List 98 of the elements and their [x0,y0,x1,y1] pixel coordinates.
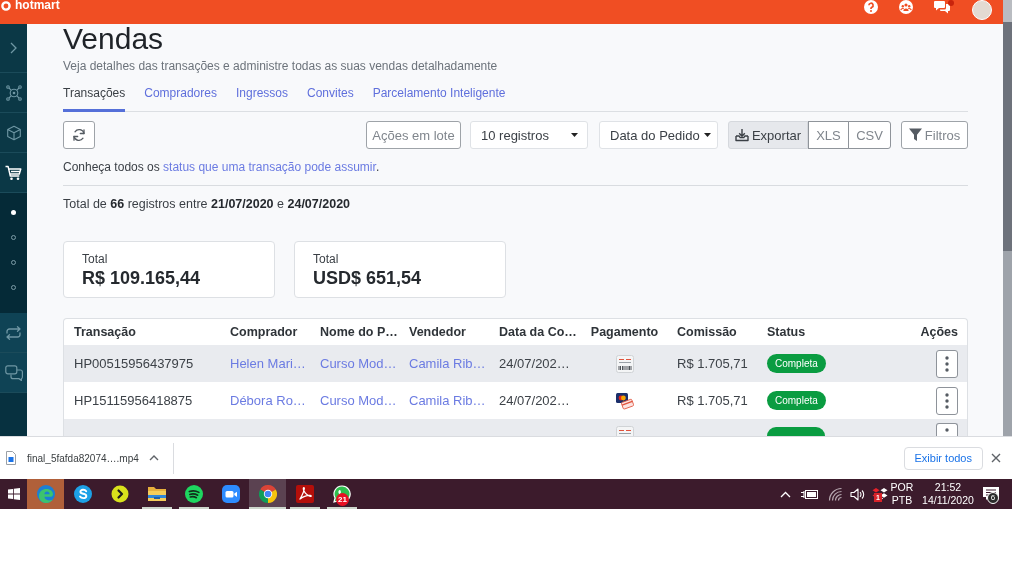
close-icon [991,453,1001,463]
caret-icon [703,133,711,137]
close-button[interactable] [990,452,1002,464]
language-button[interactable]: POR PTB [890,479,914,509]
caret-icon [571,133,578,137]
swoosh-tile-icon [295,485,314,503]
swap-arrows-icon [5,325,22,340]
filter-icon [908,128,922,142]
scrollbar-thumb[interactable] [1003,22,1012,251]
column-header: Ações [920,324,958,340]
tab[interactable]: Transações [63,80,126,112]
chevron-circle-icon [110,485,129,503]
column-header: Transação [74,324,136,340]
avatar[interactable] [972,0,992,20]
batch-actions-button[interactable]: Ações em lote [366,121,461,149]
tab[interactable]: Convites [307,80,354,112]
four-panes-icon [7,488,20,500]
card-label: Total [82,251,108,267]
cart-icon [5,164,22,181]
tab[interactable]: Compradores [144,80,217,112]
column-header: Pagamento [590,324,659,340]
scrollbar[interactable] [1003,0,1012,436]
refresh-icon [72,128,86,142]
folder-icon [146,485,167,503]
more-button[interactable] [936,386,958,415]
taskbar-button[interactable] [249,479,286,509]
file-icon [6,451,16,465]
product-link[interactable]: Curso Mod… [320,355,397,372]
download-file-name[interactable]: final_5fafda82074….mp4 [27,451,139,465]
table-cell: R$ 1.705,71 [677,392,748,409]
buyer-link[interactable]: Débora Ro… [230,392,306,409]
color-wheel-icon [258,485,277,503]
column-header: Comprador [230,324,298,340]
chat-bubbles-icon [4,364,23,381]
status-note: Conheça todos os status que uma transação pode assumir. [63,159,380,175]
download-icon [734,128,749,142]
credit-cards-icon [615,391,634,410]
sound-waves-icon [184,485,203,503]
logo-ring-icon [1,0,11,11]
table-cell: 24/07/202… [499,392,570,409]
wifi-icon [827,487,842,501]
format-button[interactable]: XLS [808,121,849,149]
column-header: Comissão [677,324,737,340]
seller-link[interactable]: Camila Rib… [409,392,486,409]
speaker-icon [850,487,865,501]
sidebar-item[interactable] [0,153,27,193]
show-all-button[interactable]: Exibir todos [903,446,983,470]
cube-icon [5,124,22,141]
date-field-select[interactable]: Data do Pedido [599,121,718,149]
card-label: Total [313,251,339,267]
battery-icon [801,488,819,500]
video-camera-icon [221,485,240,503]
card-value: R$ 109.165,44 [82,267,201,289]
vertical-dots-icon [945,355,949,372]
notifications-button[interactable]: 6 [978,479,1004,509]
table-cell: R$ 1.705,71 [677,355,748,372]
format-button[interactable]: CSV [848,121,891,149]
status-pill: Completa [767,354,826,373]
column-header: Vendedor [409,324,466,340]
chevron-right-icon [10,42,17,54]
page-size-select[interactable]: 10 registros [470,121,588,149]
table-cell: HP00515956437975 [74,355,194,372]
submenu-dot[interactable] [11,210,16,215]
more-button[interactable] [936,349,958,378]
buyer-link[interactable]: Helen Mari… [230,355,306,372]
vertical-dots-icon [945,428,949,433]
page-title: Vendas [63,24,164,54]
swirl-icon [35,484,56,504]
status-link[interactable]: status que uma transação pode assumir [163,160,376,174]
help-button[interactable] [864,0,878,14]
chat-icon [934,0,950,14]
export-button[interactable]: Exportar [728,121,808,149]
tab[interactable]: Parcelamento Inteligente [372,80,506,112]
column-header: Nome do P… [320,324,398,340]
network-icon [5,84,22,101]
chevron-up-icon [148,455,159,461]
refresh-button[interactable] [63,121,95,149]
table-cell: 24/07/202… [499,355,570,372]
card-value: USD$ 651,54 [313,267,422,289]
status-pill [767,427,825,436]
product-link[interactable]: Curso Mod… [320,392,397,409]
status-pill: Completa [767,391,826,410]
column-header: Status [767,324,806,340]
table-cell: HP15115956418875 [74,392,193,409]
vertical-dots-icon [945,392,949,409]
records-summary: Total de 66 registros entre 21/07/2020 e 24/07/2020 [63,196,351,212]
logo-text[interactable]: hotmart [15,0,60,11]
s-curve-icon [73,485,92,503]
clock-button[interactable]: 21:52 14/11/2020 [918,479,978,509]
more-button[interactable] [936,423,958,436]
chevron-up-icon [780,490,791,498]
page-subtitle: Veja detalhes das transações e administre todas as suas vendas detalhadamente [63,58,498,74]
seller-link[interactable]: Camila Rib… [409,355,486,372]
payment-slip-icon [615,354,634,373]
filter-button[interactable]: Filtros [901,121,968,149]
column-header: Data da Co… [499,324,577,340]
community-button[interactable] [899,0,913,14]
tab[interactable]: Ingressos [235,80,288,112]
